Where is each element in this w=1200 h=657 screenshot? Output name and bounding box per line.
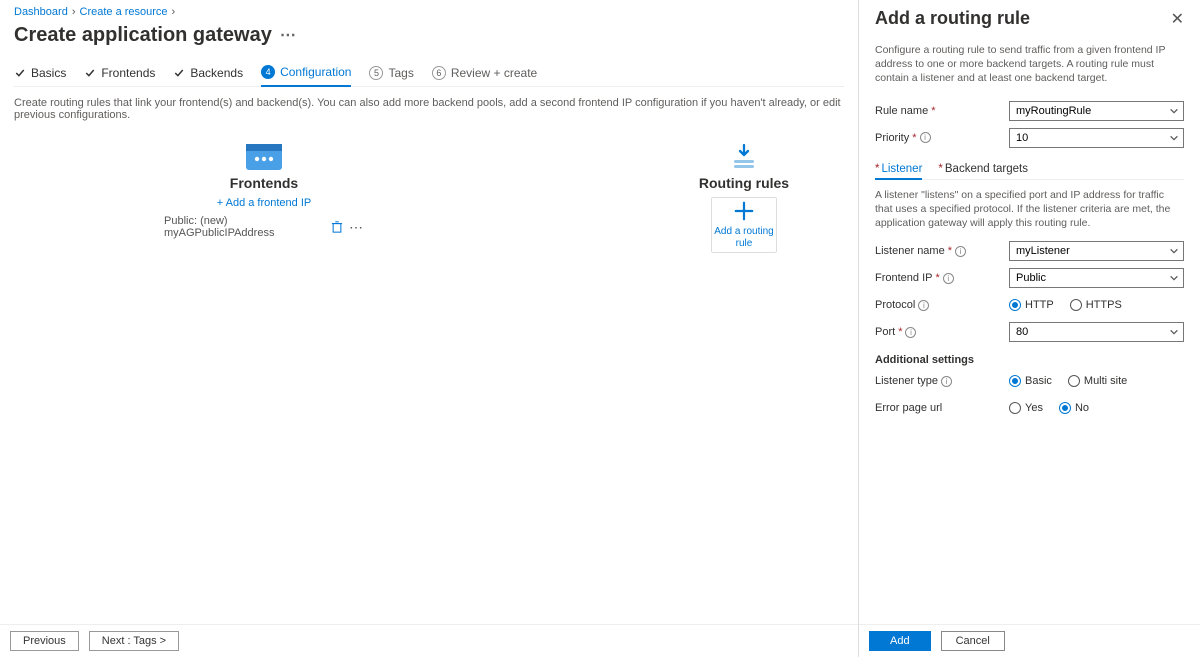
frontend-item-label: Public: (new) myAGPublicIPAddress	[164, 215, 331, 239]
add-frontend-link[interactable]: + Add a frontend IP	[217, 197, 312, 209]
listener-description: A listener "listens" on a specified port…	[875, 188, 1184, 231]
radio-icon	[1009, 402, 1021, 414]
protocol-label: Protocol i	[875, 299, 1009, 311]
step-label: Basics	[31, 66, 66, 80]
step-backends[interactable]: Backends	[173, 61, 243, 86]
check-icon	[14, 67, 26, 79]
listener-type-basic-radio[interactable]: Basic	[1009, 375, 1052, 387]
routing-column: Routing rules Add a routing rule	[644, 143, 844, 253]
check-icon	[173, 67, 185, 79]
close-icon[interactable]: ✕	[1171, 9, 1184, 29]
radio-icon	[1068, 375, 1080, 387]
breadcrumb-sep: ›	[172, 6, 176, 18]
protocol-http-radio[interactable]: HTTP	[1009, 299, 1054, 311]
breadcrumb-sep: ›	[72, 6, 76, 18]
cancel-button[interactable]: Cancel	[941, 631, 1005, 651]
page-title-text: Create application gateway	[14, 24, 272, 47]
step-label: Review + create	[451, 66, 537, 80]
step-number-icon: 6	[432, 66, 446, 80]
radio-icon	[1009, 299, 1021, 311]
error-page-label: Error page url	[875, 402, 1009, 414]
add-routing-rule-card[interactable]: Add a routing rule	[711, 197, 777, 253]
breadcrumb: Dashboard › Create a resource ›	[14, 6, 844, 18]
listener-type-label: Listener type i	[875, 375, 1009, 387]
rule-name-input[interactable]	[1009, 101, 1184, 121]
info-icon[interactable]: i	[905, 327, 916, 338]
next-button[interactable]: Next : Tags >	[89, 631, 179, 651]
info-icon[interactable]: i	[920, 132, 931, 143]
config-description: Create routing rules that link your fron…	[14, 97, 844, 121]
error-page-yes-radio[interactable]: Yes	[1009, 402, 1043, 414]
priority-label: Priority* i	[875, 132, 1009, 144]
previous-button[interactable]: Previous	[10, 631, 79, 651]
step-label: Configuration	[280, 65, 351, 79]
delete-icon[interactable]	[331, 220, 343, 234]
radio-icon	[1059, 402, 1071, 414]
step-basics[interactable]: Basics	[14, 61, 66, 86]
port-input[interactable]	[1009, 322, 1184, 342]
routing-tile-icon	[724, 143, 764, 171]
priority-input[interactable]	[1009, 128, 1184, 148]
step-label: Frontends	[101, 66, 155, 80]
check-icon	[84, 67, 96, 79]
panel-footer: Add Cancel	[859, 624, 1200, 657]
frontend-item: Public: (new) myAGPublicIPAddress ⋯	[164, 215, 364, 239]
info-icon[interactable]: i	[941, 376, 952, 387]
step-configuration[interactable]: 4 Configuration	[261, 61, 351, 87]
page-title: Create application gateway ⋯	[14, 24, 844, 47]
panel-title: Add a routing rule	[875, 8, 1030, 29]
info-icon[interactable]: i	[955, 246, 966, 257]
add-button[interactable]: Add	[869, 631, 931, 651]
tab-listener[interactable]: *Listener	[875, 160, 922, 180]
step-frontends[interactable]: Frontends	[84, 61, 155, 86]
frontend-ip-select[interactable]	[1009, 268, 1184, 288]
rule-name-label: Rule name*	[875, 105, 1009, 117]
tab-backend-targets[interactable]: *Backend targets	[938, 160, 1028, 179]
frontends-column: Frontends + Add a frontend IP Public: (n…	[164, 143, 364, 253]
additional-settings-heading: Additional settings	[875, 354, 1184, 366]
info-icon[interactable]: i	[943, 273, 954, 284]
routing-rule-panel: Add a routing rule ✕ Configure a routing…	[858, 0, 1200, 657]
step-review[interactable]: 6 Review + create	[432, 61, 537, 86]
listener-name-label: Listener name* i	[875, 245, 1009, 257]
breadcrumb-dashboard[interactable]: Dashboard	[14, 6, 68, 18]
step-label: Tags	[388, 66, 413, 80]
routing-title: Routing rules	[699, 175, 789, 191]
more-icon[interactable]: ⋯	[349, 219, 364, 236]
protocol-https-radio[interactable]: HTTPS	[1070, 299, 1122, 311]
error-page-no-radio[interactable]: No	[1059, 402, 1089, 414]
radio-icon	[1009, 375, 1021, 387]
port-label: Port* i	[875, 326, 1009, 338]
step-label: Backends	[190, 66, 243, 80]
step-number-icon: 5	[369, 66, 383, 80]
breadcrumb-create-resource[interactable]: Create a resource	[80, 6, 168, 18]
plus-icon	[733, 200, 755, 222]
panel-subtabs: *Listener *Backend targets	[875, 160, 1184, 180]
step-number-icon: 4	[261, 65, 275, 79]
step-tags[interactable]: 5 Tags	[369, 61, 413, 86]
frontend-ip-label: Frontend IP* i	[875, 272, 1009, 284]
more-icon[interactable]: ⋯	[280, 28, 296, 44]
listener-type-multi-radio[interactable]: Multi site	[1068, 375, 1127, 387]
wizard-steps: Basics Frontends Backends 4 Configuratio…	[14, 61, 844, 87]
radio-icon	[1070, 299, 1082, 311]
panel-description: Configure a routing rule to send traffic…	[875, 43, 1184, 86]
add-routing-rule-label: Add a routing rule	[712, 226, 776, 250]
frontend-tile-icon	[244, 143, 284, 171]
listener-name-input[interactable]	[1009, 241, 1184, 261]
frontends-title: Frontends	[230, 175, 298, 191]
info-icon[interactable]: i	[918, 300, 929, 311]
wizard-footer: Previous Next : Tags >	[0, 624, 858, 657]
